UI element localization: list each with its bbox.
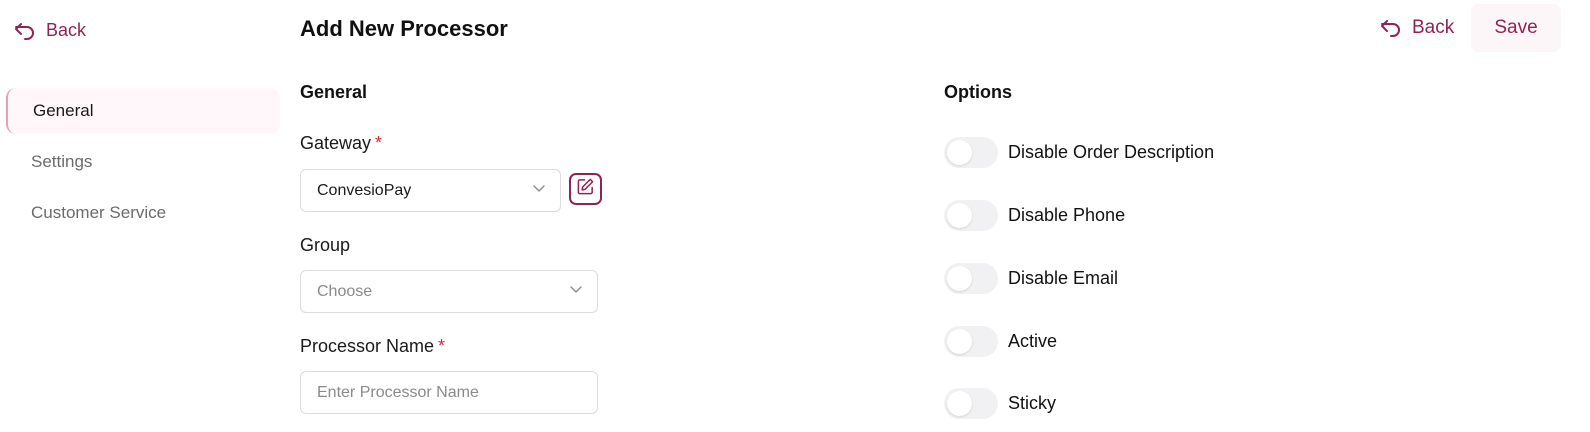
option-label: Active: [1008, 331, 1058, 351]
sidebar-item-settings[interactable]: Settings: [6, 139, 280, 185]
toggle-switch[interactable]: [944, 200, 998, 231]
gateway-select-value: ConvesioPay: [317, 181, 412, 199]
processor-name-input[interactable]: [300, 371, 598, 414]
required-mark: *: [438, 336, 446, 356]
back-arrow-icon: [1380, 19, 1402, 37]
toggle-switch[interactable]: [944, 263, 998, 294]
toggle-switch[interactable]: [944, 326, 998, 357]
general-section-title: General: [300, 82, 368, 102]
options-section-title: Options: [944, 82, 1012, 102]
processor-form-page: Back General Settings Customer Service A…: [0, 0, 1590, 432]
option-label: Disable Email: [1008, 268, 1119, 288]
toggle-knob: [947, 140, 972, 165]
toggle-switch[interactable]: [944, 137, 998, 168]
option-label: Disable Phone: [1008, 205, 1126, 225]
option-disable-order-description: Disable Order Description: [944, 137, 1214, 168]
option-label: Disable Order Description: [1008, 142, 1215, 162]
back-arrow-icon: [14, 22, 36, 40]
sidebar-item-label: Settings: [31, 152, 93, 171]
toggle-knob: [947, 329, 972, 354]
gateway-label-text: Gateway: [300, 133, 372, 153]
save-button[interactable]: Save: [1471, 4, 1561, 52]
toggle-knob: [947, 266, 972, 291]
group-select-placeholder: Choose: [317, 282, 373, 300]
sidebar-item-label: General: [33, 101, 94, 120]
gateway-select[interactable]: ConvesioPay: [300, 169, 561, 212]
group-label: Group: [300, 235, 351, 255]
chevron-down-icon: [569, 282, 583, 301]
toggle-knob: [947, 391, 972, 416]
back-link[interactable]: Back: [14, 20, 86, 41]
edit-pencil-icon: [576, 177, 595, 201]
toggle-switch[interactable]: [944, 388, 998, 419]
option-label: Sticky: [1008, 393, 1057, 413]
back-link-label: Back: [46, 20, 87, 40]
sidebar-item-label: Customer Service: [31, 203, 167, 222]
sidebar-item-customer-service[interactable]: Customer Service: [6, 190, 280, 236]
gateway-label: Gateway *: [300, 133, 382, 154]
option-disable-email: Disable Email: [944, 263, 1118, 294]
option-sticky: Sticky: [944, 388, 1056, 419]
toggle-knob: [947, 203, 972, 228]
processor-name-label: Processor Name *: [300, 336, 445, 357]
header-back-button[interactable]: Back: [1380, 17, 1454, 39]
sidebar-item-general[interactable]: General: [6, 88, 280, 134]
page-title: Add New Processor: [300, 16, 508, 41]
sidebar: General Settings Customer Service: [6, 88, 280, 241]
option-disable-phone: Disable Phone: [944, 200, 1125, 231]
edit-gateway-button[interactable]: [569, 173, 602, 205]
option-active: Active: [944, 326, 1057, 357]
header-back-label: Back: [1412, 17, 1455, 38]
chevron-down-icon: [532, 181, 546, 200]
group-select[interactable]: Choose: [300, 270, 598, 313]
required-mark: *: [375, 133, 383, 153]
processor-name-label-text: Processor Name: [300, 336, 435, 356]
